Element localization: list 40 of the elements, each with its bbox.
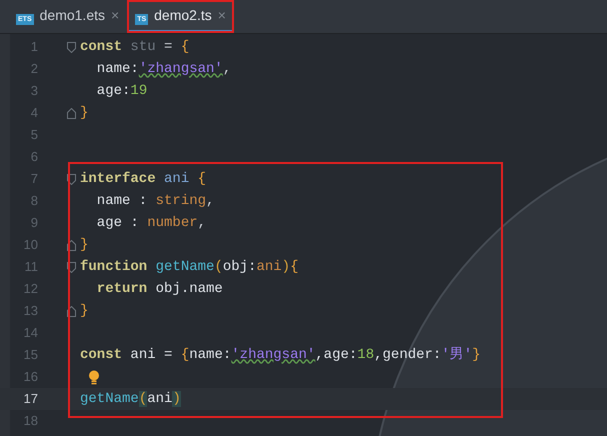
line-number: 6 — [30, 148, 38, 166]
code-line: name:'zhangsan', — [96, 60, 232, 78]
line-number: 17 — [22, 390, 38, 408]
tab-label: demo2.ts — [154, 6, 212, 24]
code-line: } — [80, 236, 88, 254]
line-number: 9 — [30, 214, 38, 232]
code-line: } — [80, 302, 88, 320]
line-number: 4 — [30, 104, 38, 122]
fold-icon[interactable] — [67, 42, 76, 52]
code-line: return obj.name — [96, 280, 223, 298]
line-number: 13 — [22, 302, 38, 320]
code-line: function getName(obj:ani){ — [80, 258, 298, 276]
code-line: const ani = {name:'zhangsan',age:18,gender:'男'} — [80, 346, 481, 364]
line-number: 8 — [30, 192, 38, 210]
code-line: age : number, — [96, 214, 206, 232]
line-number: 10 — [22, 236, 38, 254]
code-line: age:19 — [96, 82, 148, 100]
line-number: 12 — [22, 280, 38, 298]
lightbulb-icon[interactable] — [88, 370, 100, 384]
code-line: getName(ani) — [80, 390, 181, 408]
code-line: name : string, — [96, 192, 214, 210]
fold-icon[interactable] — [67, 174, 76, 184]
line-number: 3 — [30, 82, 38, 100]
code-line: } — [80, 104, 88, 122]
line-number: 1 — [30, 38, 38, 56]
code-line: const stu = { — [80, 38, 190, 56]
line-number: 16 — [22, 368, 38, 386]
line-number: 11 — [24, 258, 38, 276]
tab-label: demo1.ets — [40, 6, 105, 24]
fold-icon[interactable] — [67, 306, 76, 316]
line-number: 14 — [22, 324, 38, 342]
code-line: interface ani { — [80, 170, 206, 188]
fold-icon[interactable] — [67, 262, 76, 272]
line-number: 15 — [22, 346, 38, 364]
line-number: 5 — [30, 126, 38, 144]
line-number: 2 — [30, 60, 38, 78]
fold-icon[interactable] — [67, 108, 76, 118]
line-number: 7 — [30, 170, 38, 188]
line-number: 18 — [22, 412, 38, 430]
fold-icon[interactable] — [67, 240, 76, 250]
